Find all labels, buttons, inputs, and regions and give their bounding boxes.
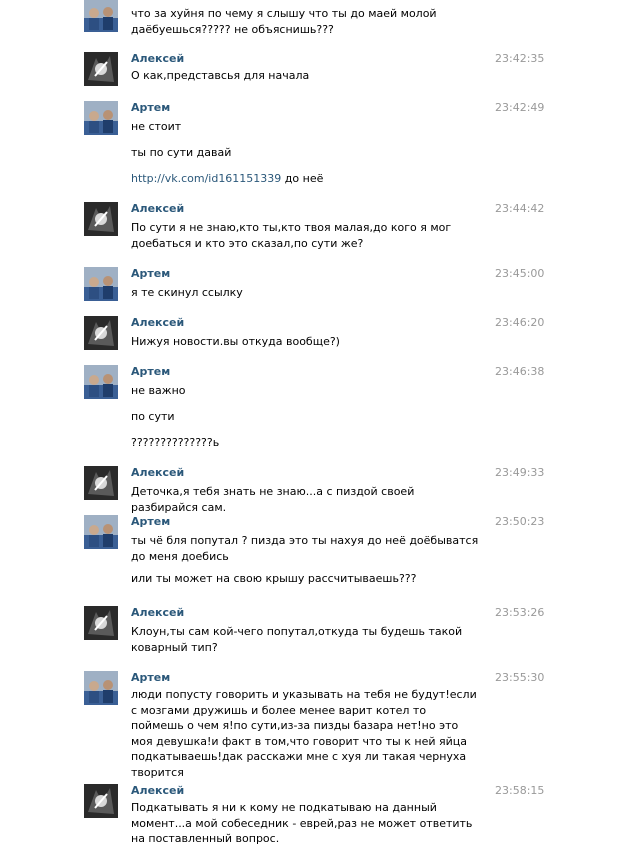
author-name[interactable]: Алексей bbox=[131, 316, 184, 330]
message-time[interactable]: 23:58:15 bbox=[495, 784, 544, 798]
message-text: Клоун,ты сам кой-чего попутал,откуда ты … bbox=[131, 625, 466, 654]
message-time[interactable]: 23:46:20 bbox=[495, 316, 544, 330]
message-time[interactable]: 23:46:38 bbox=[495, 365, 544, 379]
avatar[interactable] bbox=[84, 202, 118, 236]
avatar[interactable] bbox=[84, 466, 118, 500]
message-text: не стоит bbox=[131, 120, 182, 133]
message-text: ты по сути давай bbox=[131, 146, 232, 159]
author-name[interactable]: Артем bbox=[131, 671, 170, 685]
message: что за хуйня по чему я слышу что ты до м… bbox=[0, 0, 624, 48]
message-text: ты чё бля попутал ? пизда это ты нахуя д… bbox=[131, 534, 482, 563]
avatar[interactable] bbox=[84, 515, 118, 549]
message: Артем 23:50:23 ты чё бля попутал ? пизда э… bbox=[0, 515, 624, 585]
avatar[interactable] bbox=[84, 101, 118, 135]
message-text: О как,представсья для начала bbox=[131, 69, 310, 82]
message-time[interactable]: 23:44:42 bbox=[495, 202, 544, 216]
message-time[interactable]: 23:45:00 bbox=[495, 267, 544, 281]
author-name[interactable]: Артем bbox=[131, 515, 170, 529]
author-name[interactable]: Алексей bbox=[131, 202, 184, 216]
message-text: или ты может на свою крышу рассчитываешь… bbox=[131, 572, 417, 585]
message: Алексей 23:53:26 Клоун,ты сам кой-чего поп… bbox=[0, 606, 624, 666]
message-text: Подкатывать я ни к кому не подкатываю на… bbox=[131, 801, 476, 845]
avatar[interactable] bbox=[84, 316, 118, 350]
author-name[interactable]: Алексей bbox=[131, 606, 184, 620]
message-text: Деточка,я тебя знать не знаю...а с пиздо… bbox=[131, 485, 418, 514]
avatar[interactable] bbox=[84, 365, 118, 399]
message-text: я те скинул ссылку bbox=[131, 286, 243, 299]
message: Артем 23:55:30 люди попусту говорить и ука… bbox=[0, 671, 624, 779]
message: Алексей 23:58:15 Подкатывать я ни к кому н… bbox=[0, 784, 624, 845]
message-text: не важно bbox=[131, 384, 186, 397]
author-name[interactable]: Артем bbox=[131, 101, 170, 115]
message-time[interactable]: 23:50:23 bbox=[495, 515, 544, 529]
author-name[interactable]: Артем bbox=[131, 267, 170, 281]
author-name[interactable]: Артем bbox=[131, 365, 170, 379]
avatar[interactable] bbox=[84, 784, 118, 818]
message-text: http://vk.com/id161151339 до неё bbox=[131, 171, 481, 187]
author-name[interactable]: Алексей bbox=[131, 784, 184, 798]
avatar[interactable] bbox=[84, 606, 118, 640]
message-time[interactable]: 23:49:33 bbox=[495, 466, 544, 480]
link-suffix: до неё bbox=[281, 172, 324, 185]
profile-link[interactable]: http://vk.com/id161151339 bbox=[131, 172, 281, 185]
message-time[interactable]: 23:42:49 bbox=[495, 101, 544, 115]
author-name[interactable]: Алексей bbox=[131, 52, 184, 66]
avatar[interactable] bbox=[84, 52, 118, 86]
message-text: по сути bbox=[131, 410, 175, 423]
message-text: люди попусту говорить и указывать на теб… bbox=[131, 688, 481, 779]
avatar[interactable] bbox=[84, 267, 118, 301]
message-time[interactable]: 23:53:26 bbox=[495, 606, 544, 620]
message-text: ??????????????ь bbox=[131, 436, 220, 449]
avatar[interactable] bbox=[84, 0, 118, 32]
message-text: По сути я не знаю,кто ты,кто твоя малая,… bbox=[131, 221, 455, 250]
message-time[interactable]: 23:42:35 bbox=[495, 52, 544, 66]
author-name[interactable]: Алексей bbox=[131, 466, 184, 480]
message-time[interactable]: 23:55:30 bbox=[495, 671, 544, 685]
message: Артем 23:46:38 не важно по сути????????????… bbox=[0, 365, 624, 449]
message-text: Нижуя новости.вы откуда вообще?) bbox=[131, 335, 340, 348]
message: Алексей 23:44:42 По сути я не знаю,кто ты,… bbox=[0, 202, 624, 262]
message-text: что за хуйня по чему я слышу что ты до м… bbox=[131, 7, 441, 36]
avatar[interactable] bbox=[84, 671, 118, 705]
message: Артем 23:42:49 не стоит ты по сути давай htt… bbox=[0, 101, 624, 185]
